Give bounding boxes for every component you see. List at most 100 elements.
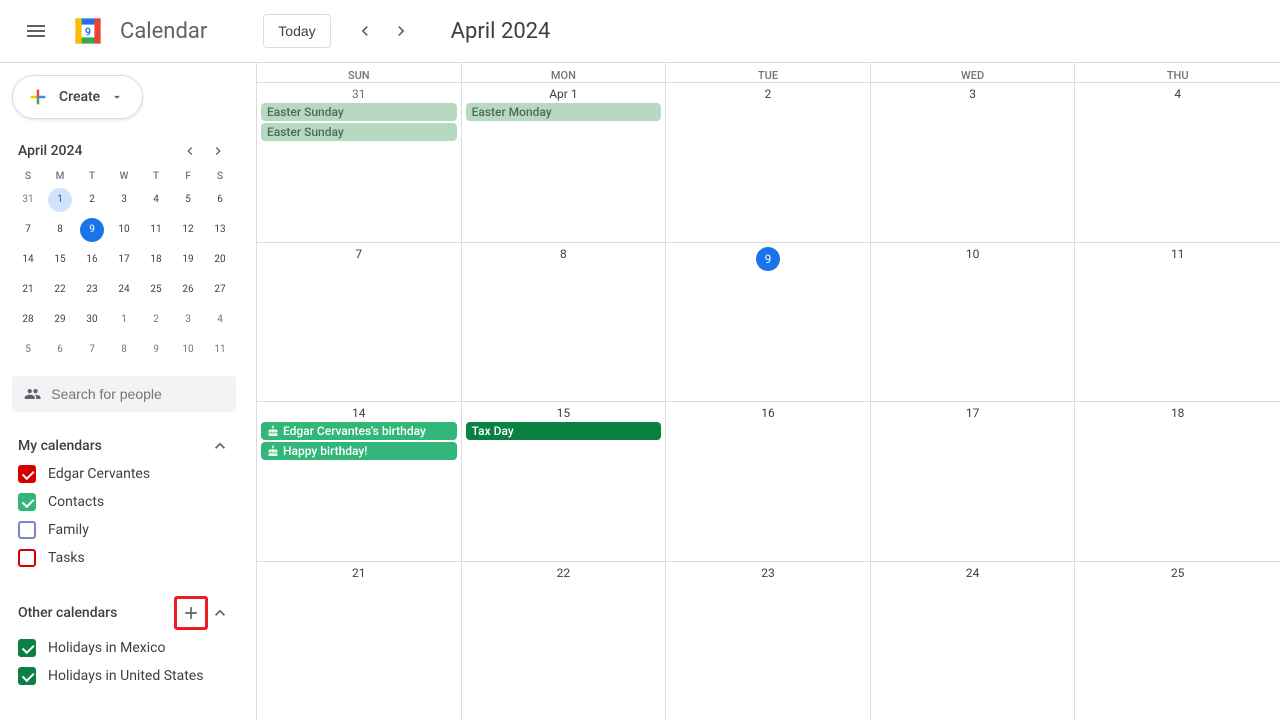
- day-cell[interactable]: 22: [462, 562, 667, 720]
- calendar-checkbox[interactable]: [18, 639, 36, 657]
- mini-day-cell[interactable]: 4: [208, 308, 232, 332]
- mini-day-cell[interactable]: 1: [112, 308, 136, 332]
- search-people-input[interactable]: [51, 386, 224, 402]
- mini-day-cell[interactable]: 7: [80, 338, 104, 362]
- day-cell[interactable]: 24: [871, 562, 1076, 720]
- mini-day-cell[interactable]: 16: [80, 248, 104, 272]
- mini-day-cell[interactable]: 11: [144, 218, 168, 242]
- calendar-checkbox[interactable]: [18, 493, 36, 511]
- calendar-list-item[interactable]: Holidays in United States: [12, 662, 236, 690]
- mini-day-cell[interactable]: 7: [16, 218, 40, 242]
- mini-day-cell[interactable]: 5: [16, 338, 40, 362]
- weekday-header-row: SUNMONTUEWEDTHU: [257, 63, 1280, 82]
- day-cell[interactable]: 7: [257, 243, 462, 402]
- mini-day-cell[interactable]: 19: [176, 248, 200, 272]
- other-calendars-header[interactable]: Other calendars: [12, 592, 236, 634]
- calendar-list-item[interactable]: Tasks: [12, 544, 236, 572]
- calendar-checkbox[interactable]: [18, 465, 36, 483]
- day-cell[interactable]: 14Edgar Cervantes's birthdayHappy birthd…: [257, 402, 462, 561]
- calendar-list-item[interactable]: Family: [12, 516, 236, 544]
- day-cell[interactable]: 16: [666, 402, 871, 561]
- mini-day-cell[interactable]: 2: [144, 308, 168, 332]
- calendar-checkbox[interactable]: [18, 549, 36, 567]
- calendar-event[interactable]: Easter Sunday: [261, 123, 457, 141]
- day-cell[interactable]: 8: [462, 243, 667, 402]
- day-cell[interactable]: 15Tax Day: [462, 402, 667, 561]
- day-cell[interactable]: 17: [871, 402, 1076, 561]
- mini-prev-button[interactable]: [176, 137, 204, 165]
- mini-day-cell[interactable]: 30: [80, 308, 104, 332]
- add-other-calendar-button[interactable]: [174, 596, 208, 630]
- day-cell[interactable]: Apr 1 Easter Monday: [462, 83, 667, 242]
- main-menu-button[interactable]: [12, 7, 60, 55]
- calendar-checkbox[interactable]: [18, 667, 36, 685]
- mini-day-cell[interactable]: 31: [16, 188, 40, 212]
- search-people-box[interactable]: [12, 376, 236, 412]
- calendar-checkbox[interactable]: [18, 521, 36, 539]
- mini-day-cell[interactable]: 26: [176, 278, 200, 302]
- mini-day-cell[interactable]: 3: [112, 188, 136, 212]
- mini-day-cell[interactable]: 24: [112, 278, 136, 302]
- calendar-list-item[interactable]: Holidays in Mexico: [12, 634, 236, 662]
- mini-day-cell[interactable]: 1: [48, 188, 72, 212]
- weekday-header: SUN: [257, 63, 462, 82]
- mini-day-cell[interactable]: 10: [176, 338, 200, 362]
- today-button[interactable]: Today: [263, 14, 330, 48]
- mini-day-cell[interactable]: 13: [208, 218, 232, 242]
- day-cell[interactable]: 31Easter SundayEaster Sunday: [257, 83, 462, 242]
- day-cell[interactable]: 3: [871, 83, 1076, 242]
- calendar-label: Family: [48, 522, 89, 538]
- day-cell[interactable]: 23: [666, 562, 871, 720]
- calendar-label: Contacts: [48, 494, 104, 510]
- mini-day-cell[interactable]: 20: [208, 248, 232, 272]
- calendar-event[interactable]: Tax Day: [466, 422, 662, 440]
- prev-period-button[interactable]: [347, 13, 383, 49]
- day-cell[interactable]: 10: [871, 243, 1076, 402]
- day-cell[interactable]: 11: [1075, 243, 1280, 402]
- day-cell[interactable]: 21: [257, 562, 462, 720]
- day-cell[interactable]: 25: [1075, 562, 1280, 720]
- next-period-button[interactable]: [383, 13, 419, 49]
- day-cell[interactable]: 2: [666, 83, 871, 242]
- date-number: Apr 1: [466, 87, 662, 101]
- calendar-event[interactable]: Easter Monday: [466, 103, 662, 121]
- mini-day-cell[interactable]: 23: [80, 278, 104, 302]
- mini-day-cell[interactable]: 4: [144, 188, 168, 212]
- mini-day-cell[interactable]: 10: [112, 218, 136, 242]
- mini-calendar-grid: SMTWTFS311234567891011121314151617181920…: [12, 171, 236, 362]
- mini-day-cell[interactable]: 6: [48, 338, 72, 362]
- mini-day-cell[interactable]: 15: [48, 248, 72, 272]
- day-cell[interactable]: 18: [1075, 402, 1280, 561]
- mini-day-cell[interactable]: 22: [48, 278, 72, 302]
- mini-day-cell[interactable]: 3: [176, 308, 200, 332]
- mini-day-cell[interactable]: 12: [176, 218, 200, 242]
- plus-icon: [181, 603, 201, 623]
- my-calendars-header[interactable]: My calendars: [12, 432, 236, 460]
- calendar-event[interactable]: Happy birthday!: [261, 442, 457, 460]
- day-cell[interactable]: 9: [666, 243, 871, 402]
- mini-next-button[interactable]: [204, 137, 232, 165]
- mini-day-cell[interactable]: 8: [112, 338, 136, 362]
- mini-day-cell[interactable]: 21: [16, 278, 40, 302]
- mini-day-cell[interactable]: 17: [112, 248, 136, 272]
- mini-day-cell[interactable]: 14: [16, 248, 40, 272]
- mini-day-cell[interactable]: 25: [144, 278, 168, 302]
- mini-day-cell[interactable]: 27: [208, 278, 232, 302]
- mini-day-cell[interactable]: 11: [208, 338, 232, 362]
- mini-day-cell[interactable]: 28: [16, 308, 40, 332]
- calendar-event[interactable]: Easter Sunday: [261, 103, 457, 121]
- mini-day-cell[interactable]: 29: [48, 308, 72, 332]
- mini-day-cell[interactable]: 8: [48, 218, 72, 242]
- day-cell[interactable]: 4: [1075, 83, 1280, 242]
- mini-day-cell[interactable]: 2: [80, 188, 104, 212]
- mini-day-cell[interactable]: 9: [80, 218, 104, 242]
- calendar-list-item[interactable]: Contacts: [12, 488, 236, 516]
- mini-day-cell[interactable]: 6: [208, 188, 232, 212]
- chevron-left-icon: [182, 143, 198, 159]
- mini-day-cell[interactable]: 9: [144, 338, 168, 362]
- mini-day-cell[interactable]: 5: [176, 188, 200, 212]
- calendar-event[interactable]: Edgar Cervantes's birthday: [261, 422, 457, 440]
- mini-day-cell[interactable]: 18: [144, 248, 168, 272]
- calendar-list-item[interactable]: Edgar Cervantes: [12, 460, 236, 488]
- create-button[interactable]: Create: [12, 75, 143, 119]
